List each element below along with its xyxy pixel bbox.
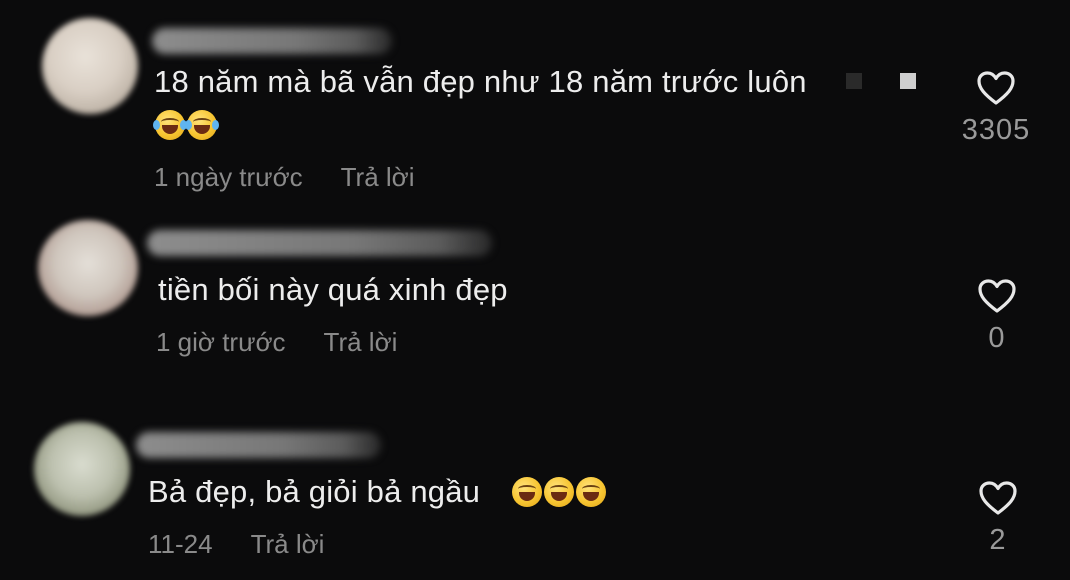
comment-meta: 1 giờ trước Trả lời (156, 327, 397, 358)
reply-button[interactable]: Trả lời (251, 529, 325, 559)
heart-outline-icon[interactable] (977, 278, 1017, 314)
comment-text: Bả đẹp, bả giỏi bả ngầu (148, 474, 481, 509)
redacted-marks (846, 73, 916, 89)
comment-emojis (153, 110, 219, 140)
heart-outline-icon[interactable] (978, 480, 1018, 516)
like-count: 3305 (961, 114, 1031, 146)
avatar[interactable] (34, 422, 130, 516)
avatar[interactable] (42, 18, 138, 114)
comment-text: tiền bối này quá xinh đẹp (158, 272, 508, 307)
grinning-squinting-face-icon (576, 477, 606, 507)
comment-emojis (512, 477, 606, 507)
face-with-tears-of-joy-icon (153, 110, 187, 140)
like-count: 2 (989, 524, 1007, 556)
avatar[interactable] (38, 220, 138, 316)
heart-outline-icon[interactable] (976, 70, 1016, 106)
like-count: 0 (988, 322, 1006, 354)
grinning-squinting-face-icon (512, 477, 542, 507)
like-button[interactable]: 3305 (951, 70, 1041, 147)
like-button[interactable]: 0 (952, 278, 1042, 355)
reply-button[interactable]: Trả lời (324, 327, 398, 357)
comment-time: 1 giờ trước (156, 327, 286, 357)
reply-button[interactable]: Trả lời (341, 162, 415, 192)
comment-text: 18 năm mà bã vẫn đẹp như 18 năm trước lu… (154, 64, 807, 99)
comment-time: 1 ngày trước (154, 162, 303, 192)
grinning-squinting-face-icon (544, 477, 574, 507)
comment-meta: 11-24 Trả lời (148, 529, 324, 560)
comment-list: 18 năm mà bã vẫn đẹp như 18 năm trước lu… (0, 0, 1070, 580)
comment-time: 11-24 (148, 529, 213, 559)
like-button[interactable]: 2 (953, 480, 1043, 557)
username[interactable] (136, 432, 381, 458)
comment-meta: 1 ngày trước Trả lời (154, 162, 415, 193)
username[interactable] (152, 28, 392, 54)
face-with-tears-of-joy-icon (185, 110, 219, 140)
username[interactable] (147, 230, 492, 256)
